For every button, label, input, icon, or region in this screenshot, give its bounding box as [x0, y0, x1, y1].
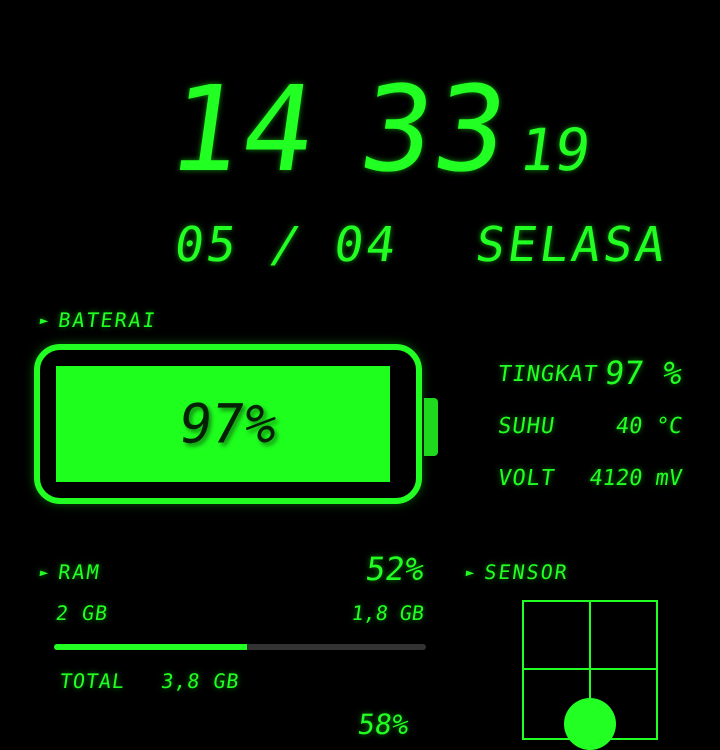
stat-label-voltage: VOLT [496, 466, 557, 491]
battery-gauge: 97% [34, 344, 422, 504]
battery-terminal [424, 398, 438, 456]
sensor-header-label: SENSOR [482, 560, 571, 584]
ram-total: TOTAL 3,8 GB [58, 668, 241, 694]
ram-section-header: ► RAM [38, 560, 103, 585]
clock-hours: 14 [160, 60, 326, 198]
ram-used: 2 GB [54, 601, 110, 625]
ram-total-value: 3,8 GB [159, 669, 242, 693]
sensor-bubble [564, 698, 616, 750]
arrow-right-icon: ► [464, 565, 478, 581]
battery-section-header: ► BATERAI [38, 308, 159, 333]
battery-percent-label: 97% [174, 392, 282, 456]
ram-usage-fill [54, 644, 248, 650]
ram-free: 1,8 GB [350, 601, 426, 625]
ram-usage-bar [54, 644, 426, 650]
date-line: 05 / 04 SELASA [171, 217, 672, 273]
stat-value-level: 97 % [602, 354, 685, 392]
sensor-section-header: ► SENSOR [464, 560, 571, 585]
stat-label-temperature: SUHU [496, 414, 557, 439]
ram-header-label: RAM [56, 560, 103, 584]
sensor-grid-horizontal-line [524, 668, 656, 670]
clock-minutes: 33 [352, 60, 518, 198]
arrow-right-icon: ► [38, 313, 52, 329]
date: 05 / 04 [171, 217, 403, 273]
battery-header-label: BATERAI [56, 308, 159, 332]
ram-percent: 52% [363, 550, 427, 588]
next-section-percent: 58% [355, 708, 411, 741]
clock-hours-minutes: 14 33 [160, 60, 518, 198]
arrow-right-icon: ► [38, 565, 52, 581]
sensor-level-grid [522, 600, 658, 750]
clock-seconds: 19 [515, 116, 595, 184]
stat-value-voltage: 4120 mV [587, 466, 684, 491]
stat-value-temperature: 40 °C [614, 414, 684, 439]
ram-total-label: TOTAL [58, 669, 127, 693]
weekday: SELASA [472, 217, 672, 273]
